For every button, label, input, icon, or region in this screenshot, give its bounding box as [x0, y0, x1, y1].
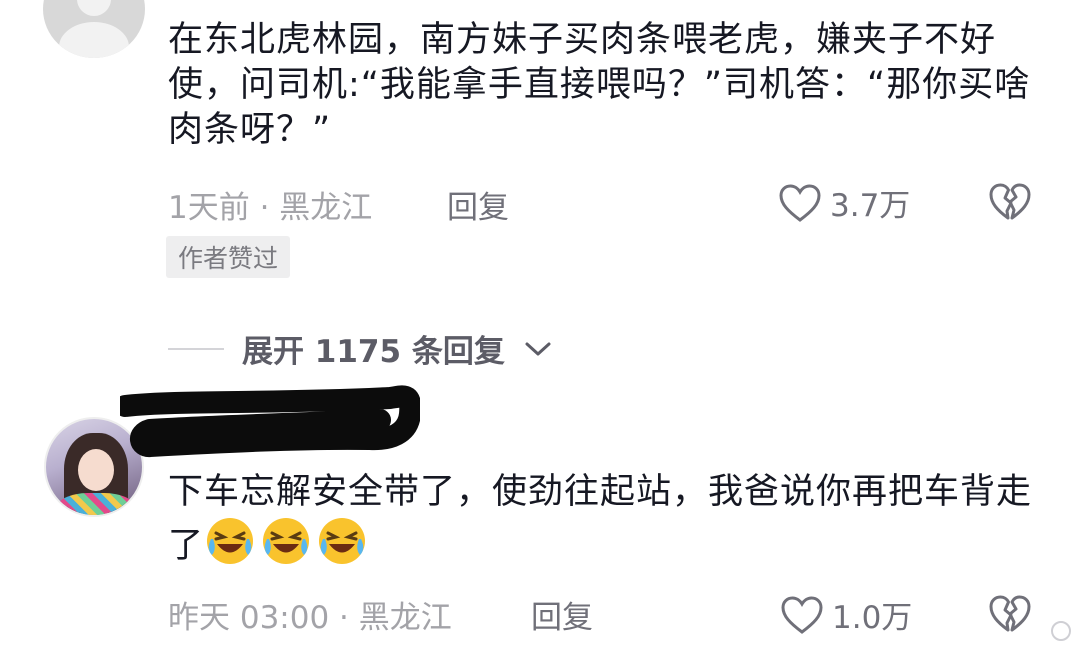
reply-button[interactable]: 回复: [531, 592, 593, 637]
like-button[interactable]: 1.0万: [780, 592, 912, 637]
reply-button[interactable]: 回复: [447, 182, 509, 227]
author-liked-badge: 作者赞过: [166, 236, 291, 278]
laughing-crying-emoji: [207, 518, 254, 564]
like-count: 1.0万: [832, 600, 913, 636]
heart-outline-icon: [781, 595, 823, 634]
avatar-shirt: [56, 493, 136, 515]
avatar-face: [78, 449, 114, 491]
comment-meta: 昨天 03:00 · 黑龙江: [168, 600, 452, 636]
avatar-body-shape: [59, 22, 129, 58]
comment-text: 下车忘解安全带了，使劲往起站，我爸说你再把车背走了: [168, 470, 1048, 569]
divider-line: [168, 347, 224, 350]
like-button[interactable]: 3.7万: [778, 180, 910, 225]
expand-replies-label: 展开 1175 条回复: [242, 334, 505, 370]
broken-heart-icon[interactable]: [988, 594, 1032, 634]
laughing-crying-emoji: [319, 518, 366, 564]
like-count: 3.7万: [830, 188, 911, 224]
comment-meta: 1天前 · 黑龙江: [168, 190, 373, 226]
emoji-group: [204, 515, 368, 567]
comment-text: 在东北虎林园，南方妹子买肉条喂老虎，嫌夹子不好使，问司机:“我能拿手直接喂吗？”…: [168, 20, 1031, 150]
avatar-head-shape: [77, 0, 111, 16]
expand-replies-button[interactable]: 展开 1175 条回复: [168, 326, 553, 371]
laughing-crying-emoji: [263, 518, 310, 564]
avatar-default[interactable]: [43, 0, 145, 58]
broken-heart-icon[interactable]: [988, 182, 1032, 222]
heart-outline-icon: [779, 183, 821, 222]
chevron-down-icon: [525, 342, 551, 355]
watermark-icon: [1051, 621, 1071, 641]
redaction-scribble: [120, 385, 420, 457]
